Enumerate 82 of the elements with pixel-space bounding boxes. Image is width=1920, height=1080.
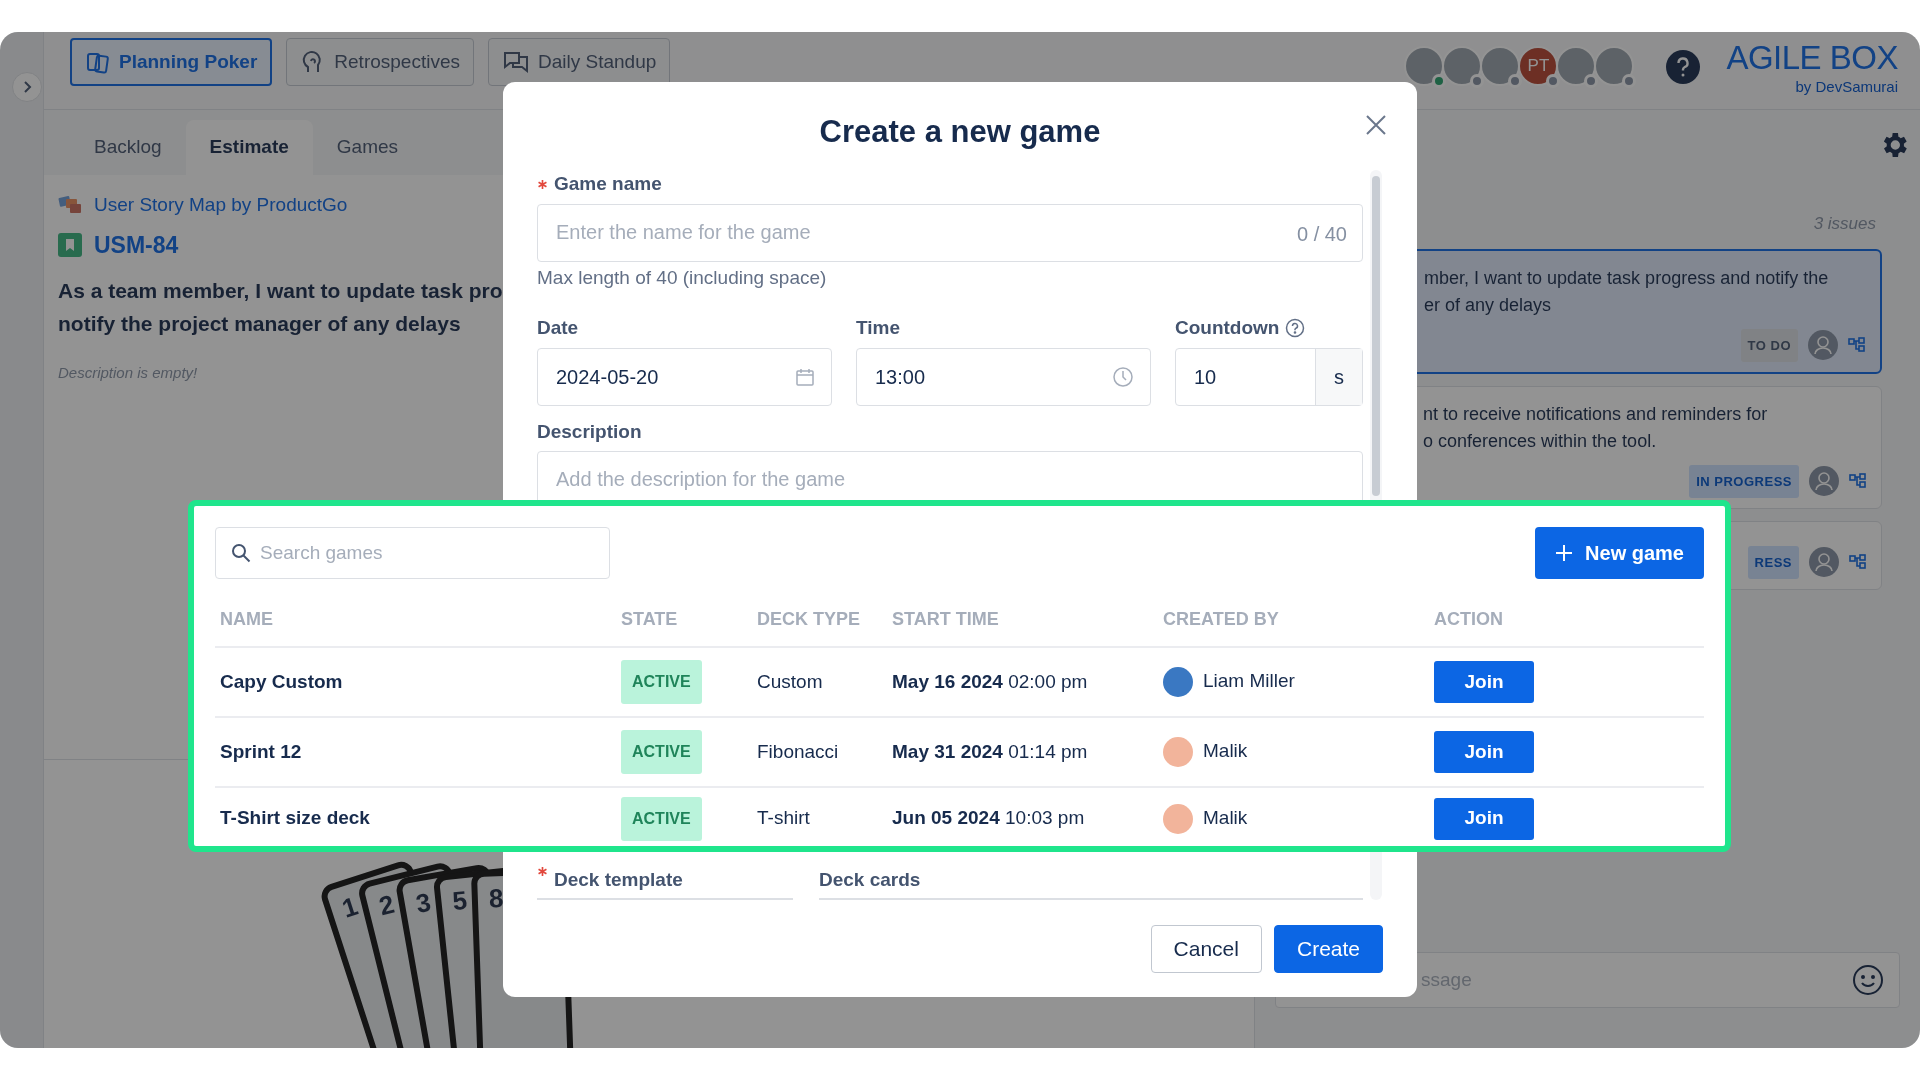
status-badge: ACTIVE [621, 660, 702, 704]
hierarchy-icon[interactable] [1849, 473, 1867, 489]
creator-name: Malik [1203, 740, 1248, 761]
search-field[interactable]: Search games [215, 527, 610, 579]
issue-count: 3 issues [1813, 213, 1877, 235]
plus-icon [1555, 544, 1574, 562]
expand-sidebar-button[interactable] [12, 72, 42, 102]
creator-name: Liam Miller [1203, 670, 1295, 691]
game-name: T-Shirt size deck [220, 807, 370, 829]
join-button[interactable]: Join [1434, 661, 1534, 703]
chevron-right-icon [21, 80, 33, 94]
column-header: CREATED BY [1163, 609, 1279, 629]
help-text: Max length of 40 (including space) [537, 265, 828, 290]
column-header: ACTION [1434, 609, 1503, 629]
create-button[interactable]: Create [1273, 924, 1383, 973]
column-header: STATE [621, 609, 678, 629]
issue-summary: mber, I want to update task progress and notify the [1424, 266, 1830, 290]
status-badge: IN PROGRESS [1689, 464, 1799, 498]
creator-name: Malik [1203, 806, 1248, 828]
start-time: Jun 05 2024 10:03 pm [892, 807, 1085, 829]
new-game-button[interactable]: New game [1535, 527, 1704, 579]
status-badge: ACTIVE [621, 796, 702, 841]
user-avatar-icon [1808, 330, 1838, 360]
start-time: May 31 2024 01:14 pm [892, 740, 1088, 762]
view-tab[interactable]: Backlog [70, 120, 186, 175]
modal-title: Create a new game [819, 112, 1101, 151]
date-picker[interactable]: 2024-05-20 [537, 347, 832, 406]
status-badge: RESS [1747, 545, 1799, 579]
deck-type: T-shirt [757, 807, 810, 829]
deck-type: Custom [757, 670, 823, 692]
field-label: Date [537, 316, 579, 340]
tool-tab[interactable]: Planning Poker [70, 38, 273, 86]
story-bookmark-icon [58, 232, 82, 257]
game-name: Sprint 12 [220, 740, 302, 762]
clock-icon [1112, 365, 1134, 388]
issue-summary: o conferences within the tool. [1423, 429, 1658, 453]
view-tab[interactable]: Games [312, 120, 423, 175]
join-button[interactable]: Join [1434, 731, 1534, 773]
smiley-icon[interactable] [1852, 964, 1884, 996]
issue-summary: nt to receive notifications and reminders for [1423, 402, 1769, 426]
user-avatar-icon [1809, 466, 1839, 496]
game-name: Capy Custom [220, 670, 343, 692]
unit-label: s [1315, 348, 1362, 405]
tool-tab[interactable]: Daily Standup [488, 38, 671, 86]
cancel-button[interactable]: Cancel [1150, 924, 1262, 973]
view-tab[interactable]: Estimate [185, 120, 313, 175]
calendar-icon [795, 366, 815, 387]
hierarchy-icon[interactable] [1848, 337, 1866, 353]
issue-key[interactable]: USM-84 [94, 227, 179, 262]
issue-summary: er of any delays [1424, 293, 1553, 317]
time-picker[interactable]: 13:00 [856, 347, 1151, 406]
story-title: notify the project manager of any delays [58, 311, 461, 337]
description-text: Description is empty! [58, 363, 198, 383]
character-counter: 0 / 40 [1296, 221, 1347, 247]
hierarchy-icon[interactable] [1849, 554, 1867, 570]
story-title: As a team member, I want to update task pro [58, 278, 503, 304]
section-label: Deck cards [819, 867, 921, 892]
field-label: Time [856, 316, 900, 340]
column-header: START TIME [892, 609, 999, 629]
status-badge: TO DO [1740, 328, 1798, 362]
user-avatar: PT [1518, 46, 1559, 86]
close-icon [1364, 112, 1388, 137]
chat-bubbles-icon [502, 49, 530, 75]
help-icon[interactable] [1666, 50, 1701, 84]
close-button[interactable] [1364, 112, 1388, 136]
section-label: Deck template [554, 867, 683, 892]
start-time: May 16 2024 02:00 pm [892, 670, 1088, 692]
field-label: Game name [554, 172, 662, 196]
project-link[interactable]: User Story Map by ProductGo [94, 191, 348, 220]
brand-byline: by DevSamurai [1794, 77, 1898, 98]
column-header: NAME [220, 609, 273, 629]
brand-logo: AGILE BOX [1726, 40, 1898, 77]
scrollbar-thumb[interactable] [1372, 176, 1380, 496]
join-button[interactable]: Join [1434, 797, 1534, 840]
column-header: DECK TYPE [757, 609, 861, 629]
deck-type: Fibonacci [757, 740, 839, 762]
user-avatar-icon [1809, 547, 1839, 577]
question-icon [1285, 318, 1306, 339]
number-field[interactable]: 10 s [1175, 347, 1363, 406]
field-label: Description [537, 419, 642, 444]
tool-tab[interactable]: Retrospectives [286, 38, 474, 86]
status-badge: ACTIVE [621, 730, 702, 774]
